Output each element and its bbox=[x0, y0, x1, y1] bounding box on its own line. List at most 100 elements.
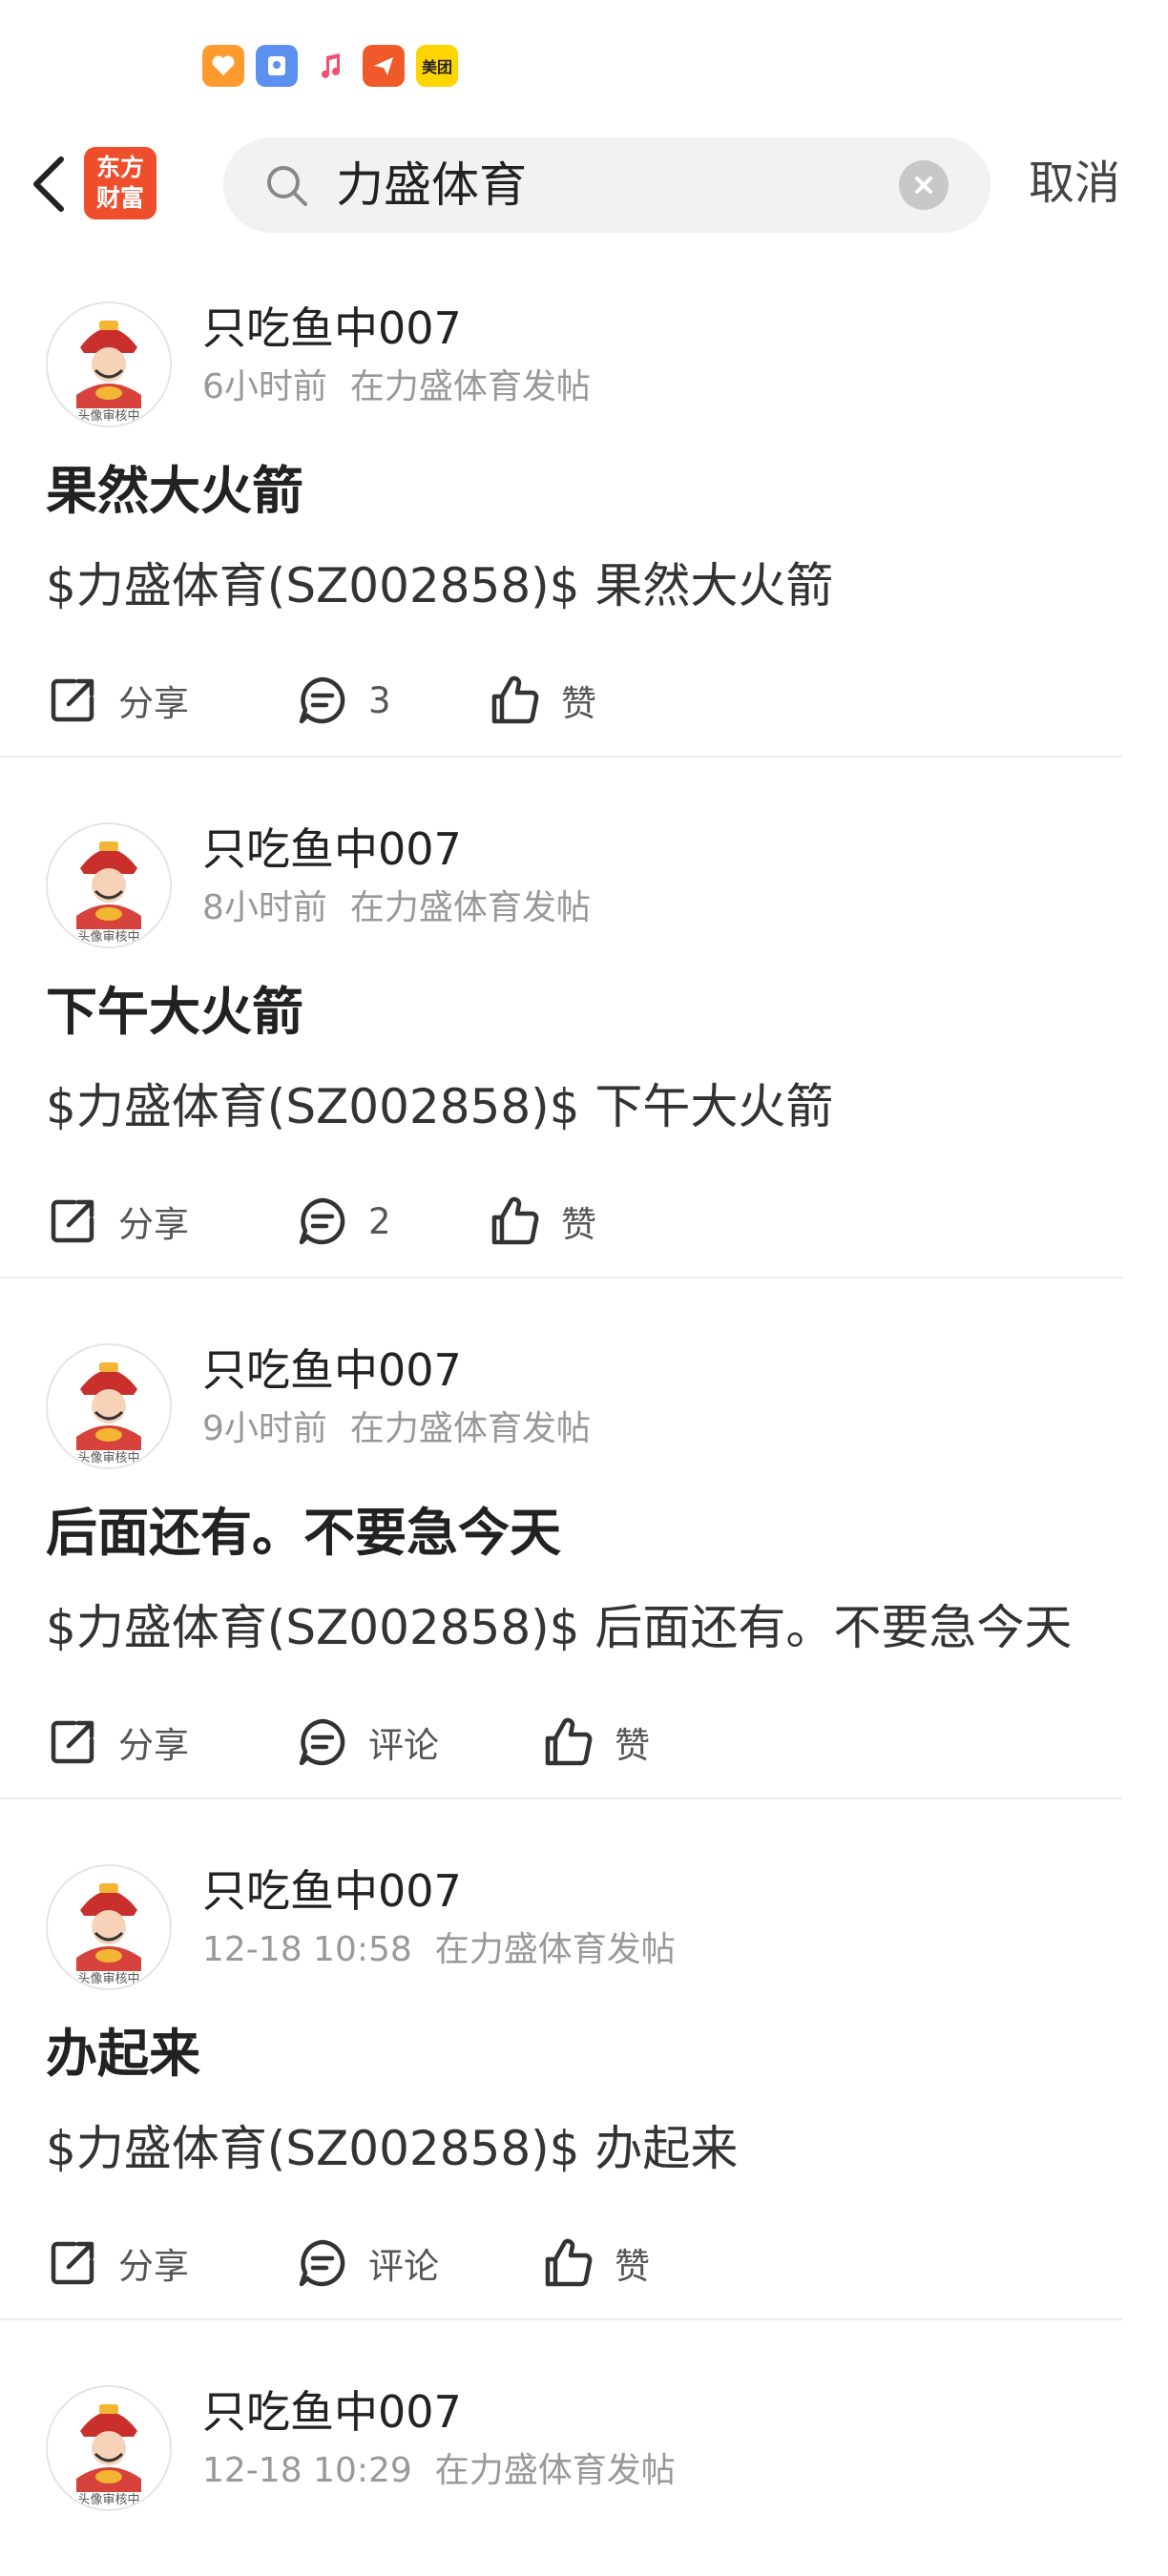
comment-button[interactable]: 3 bbox=[296, 674, 489, 727]
author-name[interactable]: 只吃鱼中007 bbox=[202, 1343, 462, 1397]
meituan-app-icon: 美团 bbox=[416, 45, 458, 87]
cancel-button[interactable]: 取消 bbox=[1029, 155, 1120, 212]
like-button[interactable]: 赞 bbox=[489, 1195, 596, 1248]
post-actions: 分享 3 赞 bbox=[46, 645, 1122, 756]
post-time: 12-18 10:58 bbox=[202, 1930, 412, 1969]
meituan-label: 美团 bbox=[421, 58, 452, 76]
post-author-row: 只吃鱼中007 12-18 10:29 在力盛体育发帖 bbox=[46, 2379, 1122, 2513]
like-label: 赞 bbox=[615, 2246, 650, 2287]
share-button[interactable]: 分享 bbox=[46, 2236, 296, 2290]
avatar[interactable] bbox=[46, 822, 172, 948]
share-button[interactable]: 分享 bbox=[46, 674, 296, 727]
post-meta: 8小时前 在力盛体育发帖 bbox=[202, 887, 591, 929]
like-button[interactable]: 赞 bbox=[542, 1715, 650, 1769]
wallet-app-icon bbox=[256, 45, 298, 87]
post-location: 在力盛体育发帖 bbox=[434, 2451, 676, 2490]
comment-label: 评论 bbox=[368, 2246, 439, 2287]
status-bar: 美团 bbox=[202, 42, 458, 90]
post-body[interactable]: $力盛体育(SZ002858)$ 下午大火箭 bbox=[46, 1065, 1122, 1149]
close-icon bbox=[915, 177, 932, 194]
post-actions: 分享 评论 赞 bbox=[46, 1687, 1122, 1797]
comment-count: 2 bbox=[368, 1200, 391, 1242]
author-name[interactable]: 只吃鱼中007 bbox=[202, 1864, 462, 1918]
post-location: 在力盛体育发帖 bbox=[434, 1930, 676, 1969]
share-icon bbox=[46, 1715, 99, 1769]
post-title[interactable]: 下午大火箭 bbox=[46, 981, 1122, 1044]
author-name[interactable]: 只吃鱼中007 bbox=[202, 2385, 462, 2439]
comment-count: 3 bbox=[368, 679, 391, 721]
back-button[interactable] bbox=[21, 151, 74, 218]
thumbs-up-icon bbox=[542, 2236, 595, 2290]
search-icon bbox=[267, 166, 307, 206]
avatar[interactable] bbox=[46, 1864, 172, 1990]
share-icon bbox=[46, 674, 99, 727]
comment-button[interactable]: 2 bbox=[296, 1195, 489, 1248]
post-feed: 只吃鱼中007 6小时前 在力盛体育发帖 果然大火箭 $力盛体育(SZ002858… bbox=[0, 296, 1168, 2513]
post-card[interactable]: 只吃鱼中007 9小时前 在力盛体育发帖 后面还有。不要急今天 $力盛体育(SZ0… bbox=[0, 1278, 1122, 1799]
comment-button[interactable]: 评论 bbox=[296, 1715, 542, 1769]
share-button[interactable]: 分享 bbox=[46, 1715, 296, 1769]
clear-search-button[interactable] bbox=[899, 160, 949, 210]
like-label: 赞 bbox=[615, 1725, 650, 1766]
avatar[interactable] bbox=[46, 1343, 172, 1469]
post-time: 9小时前 bbox=[202, 1409, 327, 1448]
post-location: 在力盛体育发帖 bbox=[349, 367, 591, 406]
comment-button[interactable]: 评论 bbox=[296, 2236, 542, 2290]
post-body[interactable]: $力盛体育(SZ002858)$ 后面还有。不要急今天 bbox=[46, 1586, 1122, 1670]
comment-icon bbox=[296, 1195, 349, 1248]
search-query[interactable]: 力盛体育 bbox=[336, 158, 527, 212]
post-card[interactable]: 只吃鱼中007 6小时前 在力盛体育发帖 果然大火箭 $力盛体育(SZ002858… bbox=[0, 296, 1122, 758]
avatar[interactable] bbox=[46, 2385, 172, 2511]
share-label: 分享 bbox=[118, 1725, 189, 1766]
like-button[interactable]: 赞 bbox=[542, 2236, 650, 2290]
post-card[interactable]: 只吃鱼中007 8小时前 在力盛体育发帖 下午大火箭 $力盛体育(SZ002858… bbox=[0, 758, 1122, 1278]
like-label: 赞 bbox=[561, 683, 596, 724]
post-title[interactable]: 办起来 bbox=[46, 2023, 1122, 2086]
post-meta: 6小时前 在力盛体育发帖 bbox=[202, 366, 591, 408]
like-button[interactable]: 赞 bbox=[489, 674, 596, 727]
post-time: 8小时前 bbox=[202, 888, 327, 927]
post-author-row: 只吃鱼中007 8小时前 在力盛体育发帖 bbox=[46, 817, 1122, 950]
comment-icon bbox=[296, 674, 349, 727]
search-header: 东方 财富 力盛体育 取消 bbox=[0, 134, 1168, 239]
brand-logo-line2: 财富 bbox=[95, 184, 144, 212]
post-card[interactable]: 只吃鱼中007 12-18 10:58 在力盛体育发帖 办起来 $力盛体育(SZ0… bbox=[0, 1799, 1122, 2320]
share-icon bbox=[46, 1195, 99, 1248]
search-input[interactable]: 力盛体育 bbox=[223, 137, 991, 233]
post-meta: 12-18 10:29 在力盛体育发帖 bbox=[202, 2450, 676, 2492]
author-name[interactable]: 只吃鱼中007 bbox=[202, 301, 462, 355]
comment-label: 评论 bbox=[368, 1725, 439, 1766]
share-label: 分享 bbox=[118, 683, 189, 724]
avatar[interactable] bbox=[46, 301, 172, 427]
post-card[interactable]: 只吃鱼中007 12-18 10:29 在力盛体育发帖 bbox=[0, 2320, 1122, 2513]
thumbs-up-icon bbox=[542, 1715, 595, 1769]
post-author-row: 只吃鱼中007 12-18 10:58 在力盛体育发帖 bbox=[46, 1859, 1122, 1992]
comment-icon bbox=[296, 1715, 349, 1769]
post-title[interactable]: 果然大火箭 bbox=[46, 460, 1122, 523]
post-meta: 12-18 10:58 在力盛体育发帖 bbox=[202, 1929, 676, 1971]
brand-logo-line1: 东方 bbox=[95, 154, 144, 181]
message-app-icon bbox=[363, 45, 405, 87]
share-label: 分享 bbox=[118, 1204, 189, 1245]
music-app-icon bbox=[309, 45, 351, 87]
post-actions: 分享 2 赞 bbox=[46, 1166, 1122, 1277]
share-label: 分享 bbox=[118, 2246, 189, 2287]
like-label: 赞 bbox=[561, 1204, 596, 1245]
brand-logo[interactable]: 东方 财富 bbox=[84, 147, 156, 219]
post-location: 在力盛体育发帖 bbox=[349, 888, 591, 927]
health-app-icon bbox=[202, 45, 244, 87]
post-author-row: 只吃鱼中007 6小时前 在力盛体育发帖 bbox=[46, 296, 1122, 429]
post-time: 6小时前 bbox=[202, 367, 327, 406]
post-title[interactable]: 后面还有。不要急今天 bbox=[46, 1502, 1122, 1565]
post-author-row: 只吃鱼中007 9小时前 在力盛体育发帖 bbox=[46, 1338, 1122, 1471]
post-body[interactable]: $力盛体育(SZ002858)$ 办起来 bbox=[46, 2107, 1122, 2191]
post-time: 12-18 10:29 bbox=[202, 2451, 412, 2490]
post-actions: 分享 评论 赞 bbox=[46, 2208, 1122, 2318]
share-button[interactable]: 分享 bbox=[46, 1195, 296, 1248]
author-name[interactable]: 只吃鱼中007 bbox=[202, 822, 462, 876]
share-icon bbox=[46, 2236, 99, 2290]
thumbs-up-icon bbox=[489, 1195, 542, 1248]
post-body[interactable]: $力盛体育(SZ002858)$ 果然大火箭 bbox=[46, 544, 1122, 628]
thumbs-up-icon bbox=[489, 674, 542, 727]
post-meta: 9小时前 在力盛体育发帖 bbox=[202, 1408, 591, 1450]
